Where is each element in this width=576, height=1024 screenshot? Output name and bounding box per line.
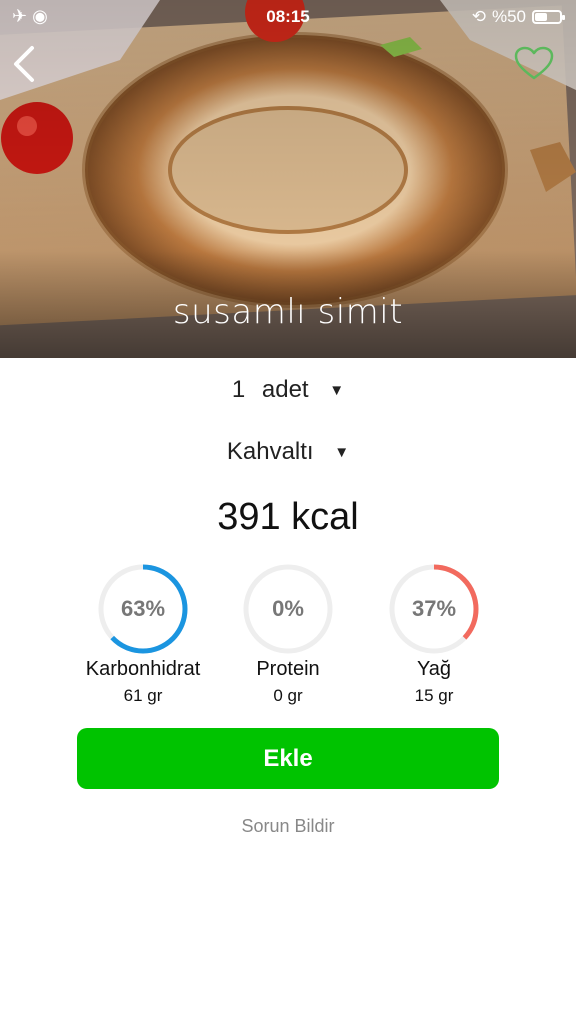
macro-protein: 0% Protein 0 gr bbox=[208, 562, 368, 706]
macro-grams: 15 gr bbox=[414, 686, 454, 705]
add-button[interactable]: Ekle bbox=[77, 728, 499, 789]
report-problem-link[interactable]: Sorun Bildir bbox=[0, 816, 576, 837]
macro-percent: 63% bbox=[120, 596, 166, 621]
heart-outline-icon bbox=[514, 46, 554, 80]
battery-level bbox=[535, 13, 547, 21]
food-photo: ✈ ︎◉ 08:15 ⟲ %50 susamlı simit bbox=[0, 0, 576, 358]
macro-name: Yağ bbox=[416, 658, 452, 680]
orientation-lock-icon: ⟲ bbox=[471, 7, 486, 26]
triangle-down-icon: ▼ bbox=[329, 382, 345, 400]
chevron-left-icon bbox=[14, 46, 34, 82]
meal-selector[interactable]: Kahvaltı ▼ bbox=[0, 438, 576, 466]
meal-value: Kahvaltı bbox=[226, 438, 314, 465]
macro-percent: 0% bbox=[272, 596, 304, 621]
macro-grams: 61 gr bbox=[123, 686, 163, 705]
macro-carbohydrate: 63% Karbonhidrat 61 gr bbox=[63, 562, 223, 706]
portion-unit: adet bbox=[261, 376, 309, 403]
favorite-button[interactable] bbox=[514, 46, 554, 82]
portion-selector[interactable]: 1 adet ▼ bbox=[0, 376, 576, 404]
status-bar: ✈ ︎◉ 08:15 ⟲ %50 bbox=[0, 0, 576, 34]
food-name: susamlı simit bbox=[172, 292, 404, 332]
battery-percent: %50 bbox=[491, 7, 526, 26]
macro-percent: 37% bbox=[411, 596, 457, 621]
macro-name: Protein bbox=[256, 658, 320, 680]
triangle-down-icon: ▼ bbox=[334, 444, 350, 462]
battery-icon bbox=[532, 10, 565, 24]
macro-grams: 0 gr bbox=[273, 686, 303, 705]
calorie-total: 391 kcal bbox=[217, 496, 359, 538]
portion-quantity: 1 bbox=[231, 376, 246, 403]
back-button[interactable] bbox=[8, 44, 44, 84]
macro-name: Karbonhidrat bbox=[85, 658, 201, 680]
macro-fat: 37% Yağ 15 gr bbox=[354, 562, 514, 706]
